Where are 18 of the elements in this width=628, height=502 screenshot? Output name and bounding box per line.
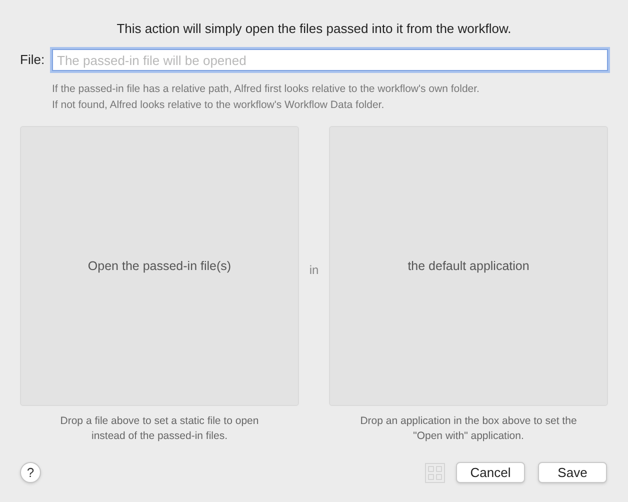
file-label: File: [20,51,46,70]
caption-text: instead of the passed-in files. [92,429,228,444]
drop-zone[interactable]: Open the passed-in file(s) [20,126,299,406]
caption-text: Drop a file above to set a static file to open [60,414,259,429]
hint-text: If not found, Alfred looks relative to the workflow's Workflow Data folder. [52,98,386,113]
drop-zone[interactable]: the default application [329,126,608,406]
caption-text: "Open with" application. [413,429,524,444]
save-button[interactable]: Save [538,462,607,483]
drop-zone-label: Open the passed-in file(s) [88,258,232,275]
help-button[interactable]: ? [20,462,41,483]
caption-text: Drop an application in the box above to set the [360,414,577,429]
hint-text: If the passed-in file has a relative path, Alfred first looks relative to the workflow's own folder. [52,82,480,97]
drop-zone-label: the default application [408,258,530,275]
cancel-button[interactable]: Cancel [456,462,525,483]
file-input-field[interactable]: The passed-in file will be opened [52,49,608,71]
connector-text: in [309,262,319,279]
grid-icon[interactable] [425,462,445,482]
header-text: This action will simply open the files passed into it from the workflow. [116,20,512,38]
